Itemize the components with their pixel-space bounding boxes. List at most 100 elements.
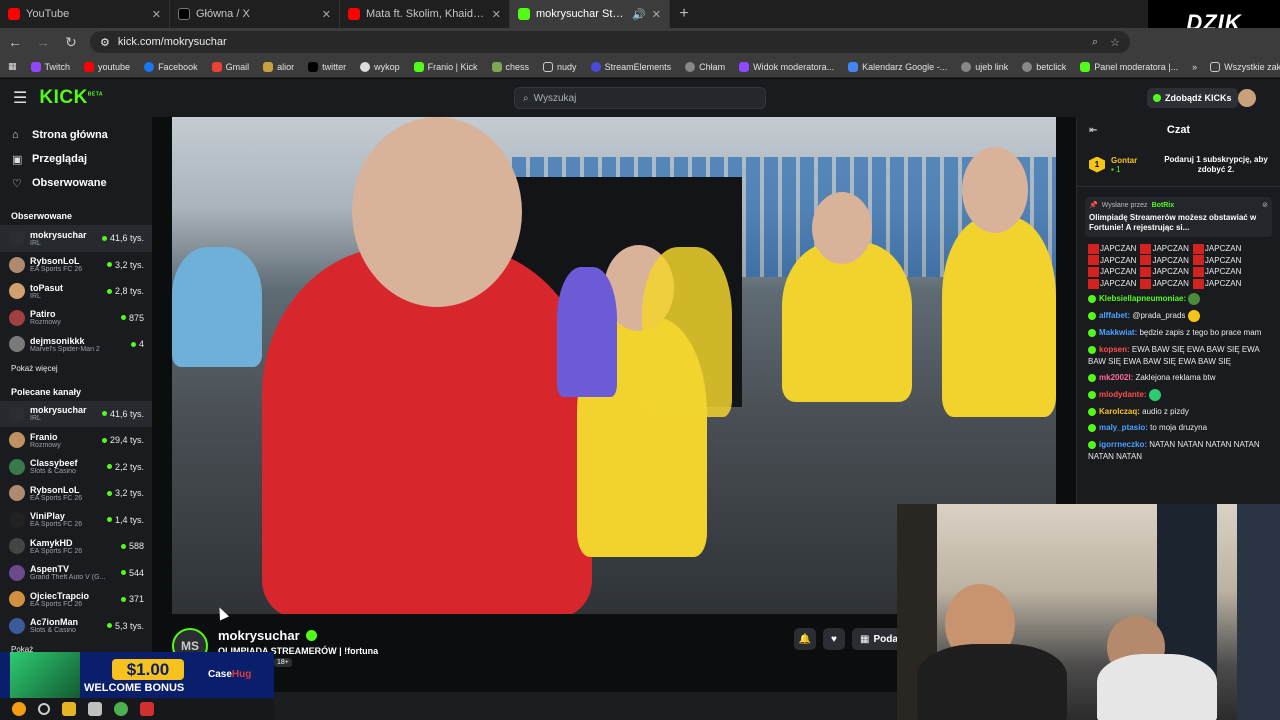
- casino-ad[interactable]: $1.00 WELCOME BONUS CaseHug: [0, 652, 274, 698]
- chat-username[interactable]: mlodydante:: [1099, 390, 1147, 399]
- channel-category: Rozmowy: [30, 441, 61, 449]
- collapse-chat-icon[interactable]: ⇤: [1089, 125, 1097, 136]
- app-icon[interactable]: [88, 702, 102, 716]
- user-avatar[interactable]: [1238, 89, 1256, 107]
- bookmark-alior[interactable]: alior: [263, 61, 294, 72]
- back-icon[interactable]: ←: [6, 34, 24, 50]
- star-icon[interactable]: ☆: [1110, 36, 1120, 49]
- age-tag: 18+: [274, 658, 292, 667]
- close-icon[interactable]: ✕: [322, 8, 331, 21]
- bookmark-nudy[interactable]: nudy: [543, 61, 577, 72]
- person-yellow-shirt: [642, 247, 732, 417]
- channel-avatar: [9, 485, 25, 502]
- channel-item[interactable]: toPasut IRL 2,8 tys.: [0, 278, 152, 305]
- channel-item[interactable]: KamykHD EA Sports FC 26 588: [0, 533, 152, 560]
- channel-item[interactable]: dejmsonikkk Marvel's Spider-Man 2 4: [0, 331, 152, 358]
- bookmark-twitch[interactable]: Twitch: [30, 61, 70, 72]
- tab-x[interactable]: Główna / X ✕: [170, 0, 340, 28]
- channel-item[interactable]: RybsonLoL EA Sports FC 26 3,2 tys.: [0, 480, 152, 507]
- twitch-icon: [739, 61, 750, 72]
- pinned-message[interactable]: 📌 Wysłane przez BotRix ⊘ Olimpiadę Streamer…: [1085, 197, 1272, 237]
- apps-icon[interactable]: ▦: [8, 61, 17, 72]
- channel-item[interactable]: Ac7ionMan Slots & Casino 5,3 tys.: [0, 613, 152, 640]
- show-more-link[interactable]: Pokaż więcej: [0, 364, 152, 373]
- chat-username[interactable]: Karolczaq:: [1099, 407, 1140, 416]
- close-icon[interactable]: ✕: [152, 8, 161, 21]
- follow-button[interactable]: ♥: [823, 628, 845, 650]
- bookmark-widok[interactable]: Widok moderatora...: [739, 61, 834, 72]
- globe-icon: [685, 61, 696, 72]
- w-emote-icon: [1088, 278, 1099, 289]
- bookmark-kalendarz[interactable]: Kalendarz Google -...: [848, 61, 947, 72]
- unpin-icon[interactable]: ⊘: [1262, 201, 1268, 209]
- app-icon[interactable]: [140, 702, 154, 716]
- new-tab-button[interactable]: +: [670, 5, 698, 23]
- w-emote-icon: [1192, 243, 1204, 254]
- bookmark-chess[interactable]: chess: [491, 61, 529, 72]
- channel-item[interactable]: RybsonLoL EA Sports FC 26 3,2 tys.: [0, 252, 152, 279]
- bookmark-streamelements[interactable]: StreamElements: [590, 61, 671, 72]
- tab-mata[interactable]: Mata ft. Skolim, Khaid - KAMIKAZE✕: [340, 0, 510, 28]
- bookmark-youtube[interactable]: youtube: [84, 61, 130, 72]
- search-input[interactable]: ⌕ Wyszukaj: [514, 87, 766, 109]
- chat-text: Zaklejona reklama btw: [1133, 373, 1216, 383]
- tab-youtube[interactable]: YouTube ✕: [0, 0, 170, 28]
- channel-name[interactable]: mokrysuchar: [218, 628, 317, 643]
- menu-icon[interactable]: ☰: [13, 88, 27, 108]
- chrome-icon[interactable]: [114, 702, 128, 716]
- bookmark-betclick[interactable]: betclick: [1022, 61, 1066, 72]
- spam-word: JAPCZAN: [1204, 244, 1242, 253]
- channel-item[interactable]: Franio Rozmowy 29,4 tys.: [0, 427, 152, 454]
- zoom-icon[interactable]: ⌕: [1092, 36, 1098, 49]
- chat-username[interactable]: Klebsiellapneumoniae:: [1099, 294, 1186, 303]
- person-yellow-shirt: [942, 217, 1056, 417]
- nav-home[interactable]: ⌂ Strona główna: [0, 123, 152, 147]
- close-icon[interactable]: ✕: [492, 8, 501, 21]
- bookmark-franio[interactable]: Franio | Kick: [413, 61, 478, 72]
- gift-subscription-cta[interactable]: Podaruj 1 subskrypcję, aby zdobyć 2.: [1164, 155, 1268, 175]
- alior-icon: [263, 61, 274, 72]
- chat-username[interactable]: Makkwiat:: [1099, 328, 1137, 337]
- chat-username[interactable]: mk2002l:: [1099, 373, 1133, 382]
- bookmark-facebook[interactable]: Facebook: [144, 61, 198, 72]
- nav-following[interactable]: ♡ Obserwowane: [0, 171, 152, 195]
- channel-item[interactable]: mokrysuchar IRL 41,6 tys.: [0, 400, 152, 427]
- search-icon[interactable]: [38, 703, 50, 715]
- bookmark-panel[interactable]: Panel moderatora |...: [1080, 61, 1178, 72]
- kick-logo[interactable]: KICKBETA: [39, 87, 103, 109]
- bookmark-ujeb[interactable]: ujeb link: [961, 61, 1008, 72]
- channel-item[interactable]: mokrysuchar IRL 41,6 tys.: [0, 225, 152, 252]
- channel-category: EA Sports FC 26: [30, 494, 83, 502]
- notification-button[interactable]: 🔔: [794, 628, 816, 650]
- channel-item[interactable]: ViniPlay EA Sports FC 26 1,4 tys.: [0, 507, 152, 534]
- channel-item[interactable]: Patiro Rozmowy 875: [0, 305, 152, 332]
- app-icon[interactable]: [12, 702, 26, 716]
- site-info-icon[interactable]: ⚙: [100, 36, 110, 49]
- get-kicks-button[interactable]: Zdobądź KICKs: [1147, 88, 1238, 108]
- channel-item[interactable]: OjciecTrapcio EA Sports FC 26 371: [0, 586, 152, 613]
- verified-icon: [305, 630, 317, 641]
- nav-browse[interactable]: ▣ Przeglądaj: [0, 147, 152, 171]
- forward-icon[interactable]: →: [34, 34, 52, 50]
- chat-username[interactable]: maly_ptasio:: [1099, 423, 1148, 432]
- bookmark-twitter[interactable]: twitter: [308, 61, 346, 72]
- reload-icon[interactable]: ↻: [62, 34, 80, 51]
- channel-category: EA Sports FC 26: [30, 600, 83, 608]
- bookmark-wykop[interactable]: wykop: [360, 61, 400, 72]
- chat-username[interactable]: kopsen:: [1099, 345, 1130, 354]
- bookmark-all[interactable]: » Wszystkie zakładki: [1192, 61, 1280, 72]
- speaker-icon[interactable]: 🔊: [632, 8, 646, 21]
- bookmark-chlam[interactable]: Chłam: [685, 61, 725, 72]
- gifter-info[interactable]: Gontar ▪ 1: [1111, 156, 1137, 174]
- chat-username[interactable]: igorrneczko:: [1099, 440, 1147, 449]
- channel-item[interactable]: AspenTV Grand Theft Auto V (G... 544: [0, 560, 152, 587]
- folder-icon[interactable]: [62, 702, 76, 716]
- tab-kick[interactable]: mokrysuchar Stream - Watch🔊✕: [510, 0, 670, 28]
- bookmark-gmail[interactable]: Gmail: [211, 61, 249, 72]
- channel-item[interactable]: Classybeef Slots & Casino 2,2 tys.: [0, 454, 152, 481]
- address-bar[interactable]: ⚙ kick.com/mokrysuchar ⌕ ☆: [90, 31, 1130, 53]
- kicks-icon: [1153, 94, 1161, 102]
- person-white-shirt: [1097, 654, 1217, 720]
- close-icon[interactable]: ✕: [652, 8, 661, 21]
- chat-username[interactable]: alffabet:: [1099, 311, 1130, 320]
